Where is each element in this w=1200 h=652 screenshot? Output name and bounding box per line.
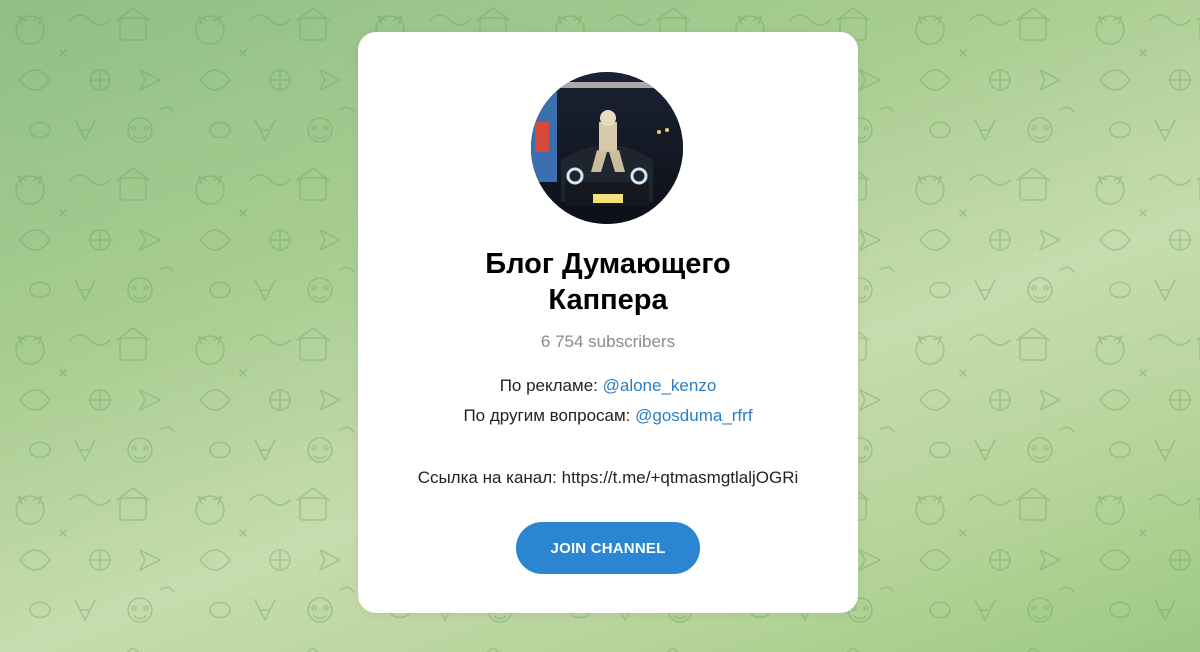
join-channel-button[interactable]: JOIN CHANNEL — [516, 522, 700, 574]
other-contact-label: По другим вопросам: — [463, 406, 636, 425]
description-spacer — [358, 431, 858, 463]
other-contact-link[interactable]: @gosduma_rfrf — [635, 406, 752, 425]
ads-contact-label: По рекламе: — [499, 376, 603, 395]
ads-contact-link[interactable]: @alone_kenzo — [603, 376, 717, 395]
channel-description: По рекламе: @alone_kenzo По другим вопро… — [358, 371, 858, 493]
channel-title: Блог Думающего Каппера — [485, 248, 731, 316]
subscriber-count: 6 754 subscribers — [540, 332, 676, 351]
channel-avatar-photo — [531, 72, 683, 224]
channel-card: Блог Думающего Каппера 6 754 subscribers… — [358, 32, 858, 613]
channel-avatar — [531, 72, 683, 224]
channel-link-text: Ссылка на канал: https://t.me/+qtmasmgtl… — [417, 468, 799, 487]
ads-contact-line: По рекламе: @alone_kenzo — [358, 371, 858, 401]
other-contact-line: По другим вопросам: @gosduma_rfrf — [358, 401, 858, 431]
